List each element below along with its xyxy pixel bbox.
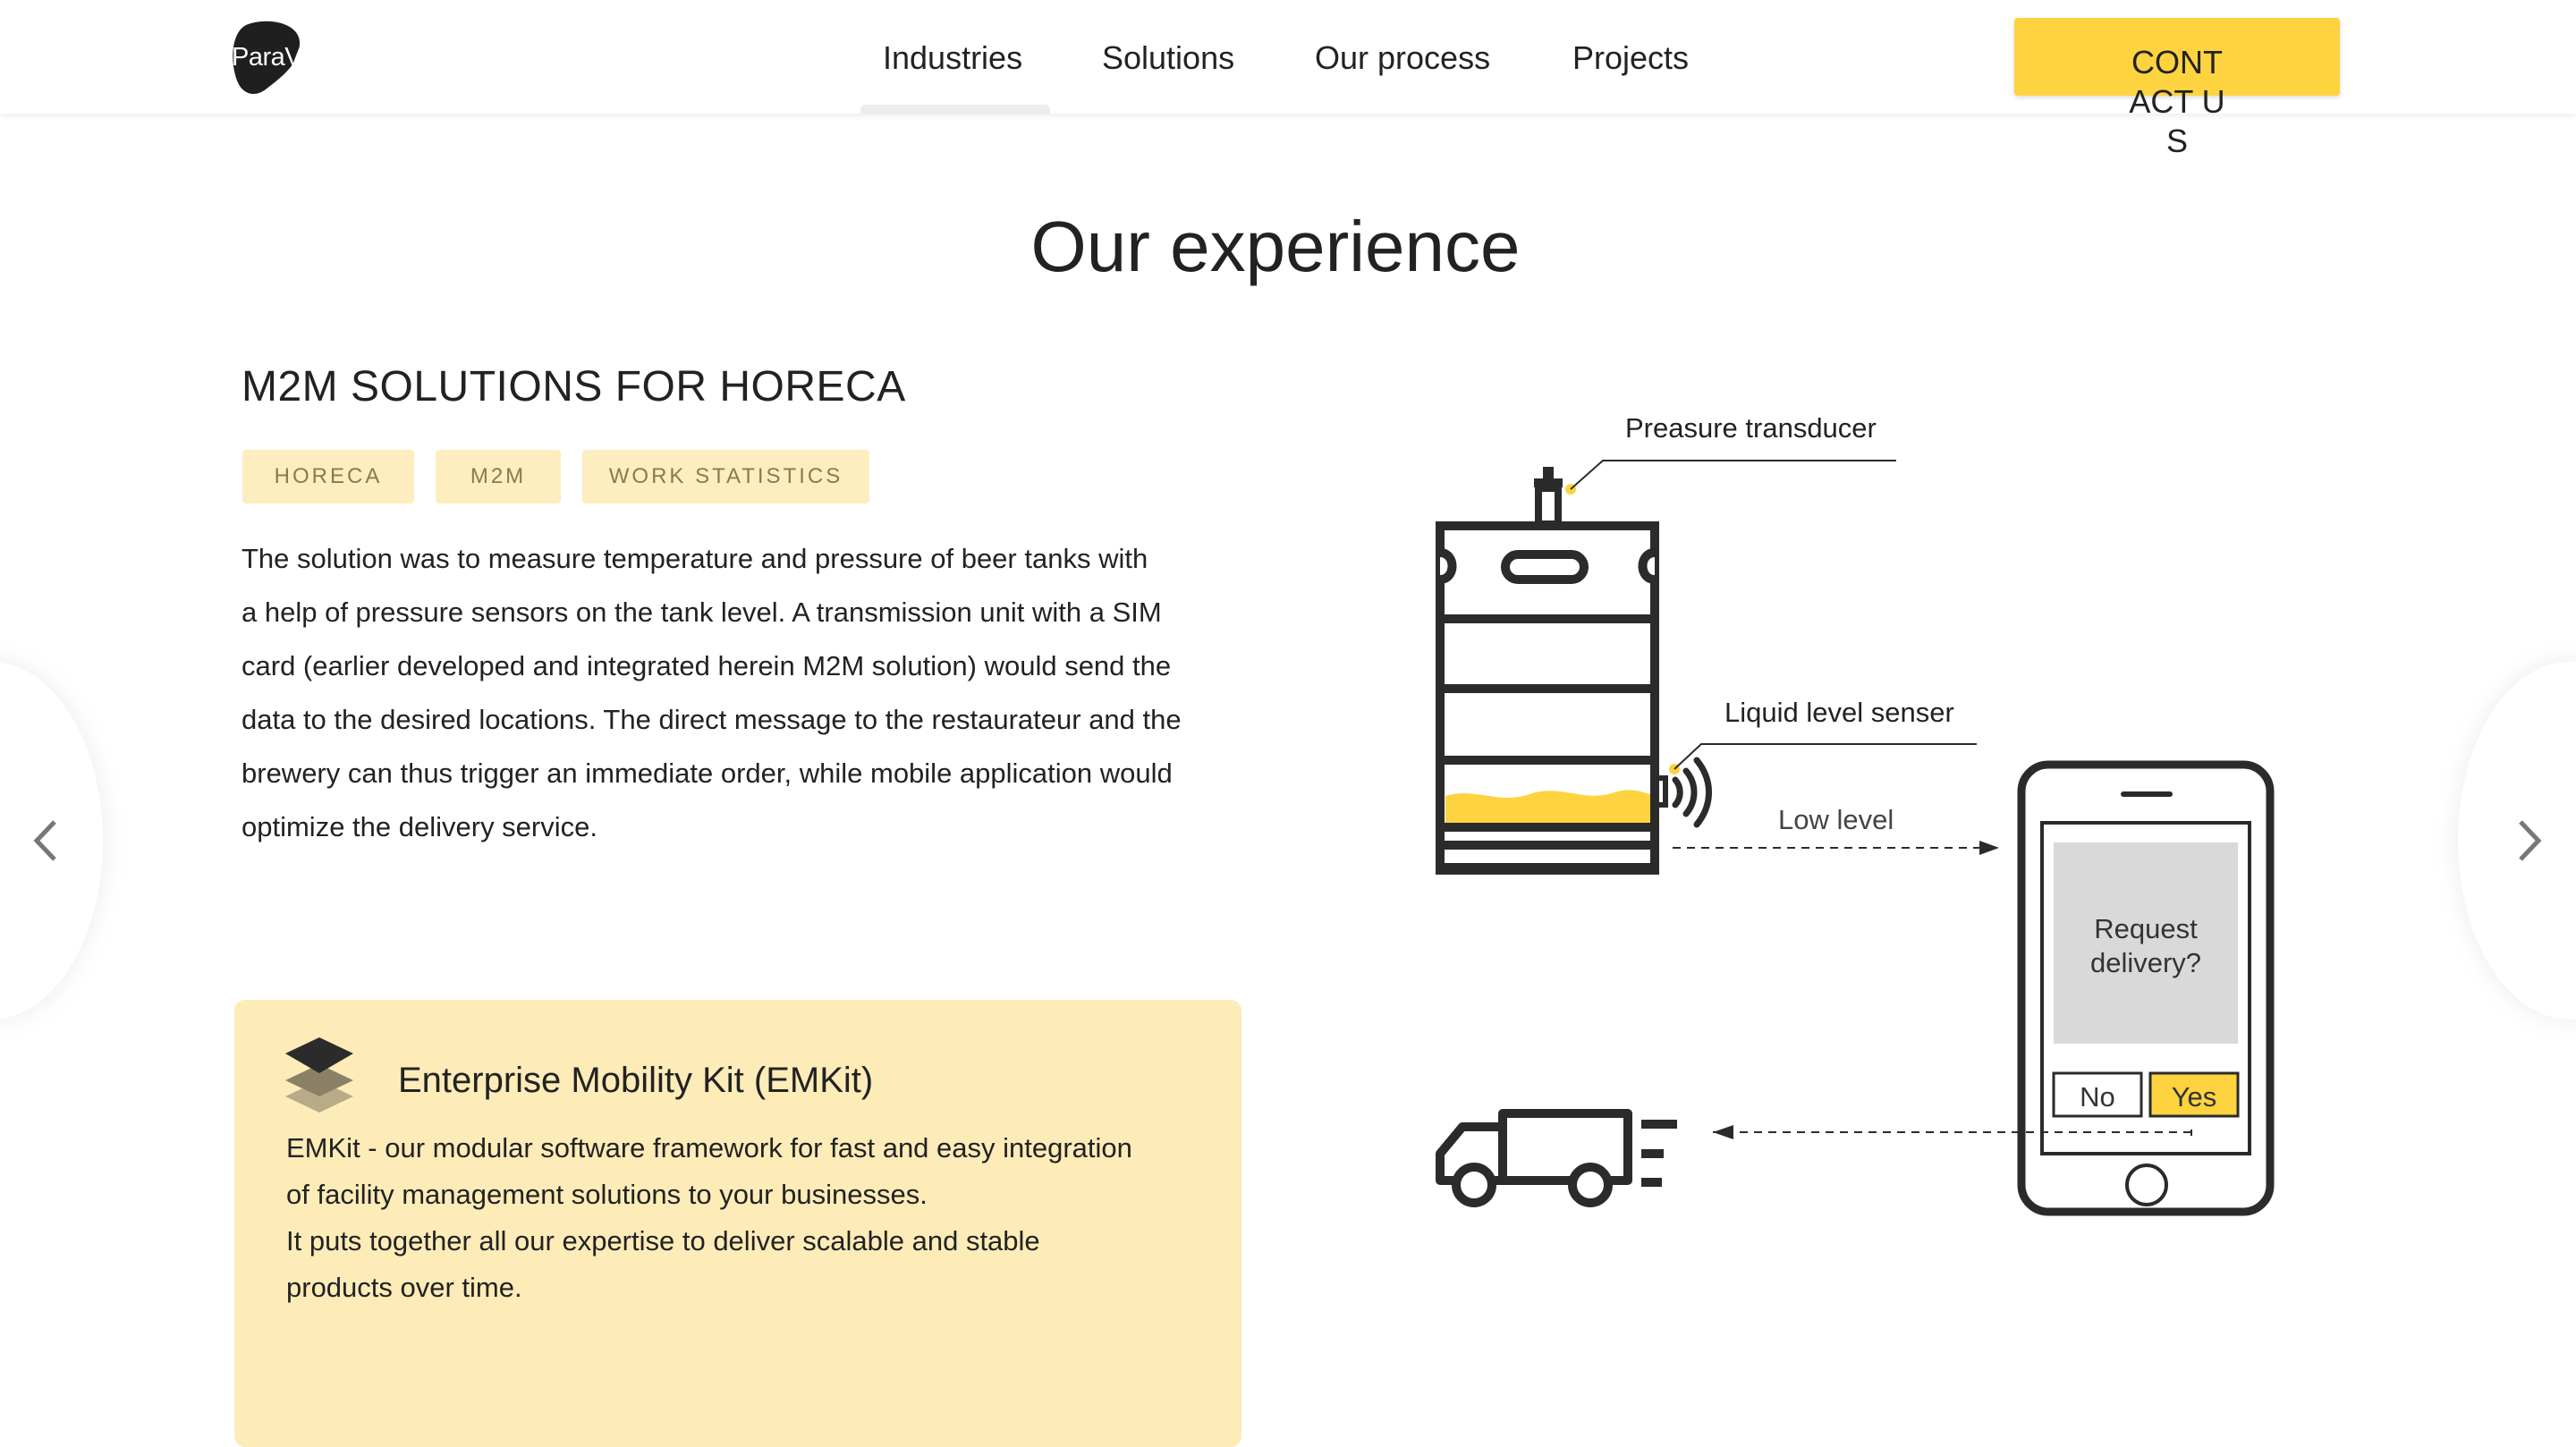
emkit-title: Enterprise Mobility Kit (EMKit)	[398, 1061, 874, 1100]
description-line: a help of pressure sensors on the tank l…	[242, 597, 1162, 628]
tag-horeca[interactable]: HORECA	[242, 450, 414, 503]
nav-industries[interactable]: Industries	[883, 39, 1022, 77]
emkit-text-line: of facility management solutions to your…	[286, 1179, 928, 1210]
delivery-truck-icon	[1436, 1109, 1632, 1207]
page-title: Our experience	[1030, 207, 1521, 286]
case-title: M2M SOLUTIONS FOR HORECA	[242, 363, 906, 410]
chevron-right-icon	[2519, 820, 2542, 861]
prev-slide-button[interactable]	[0, 662, 103, 1020]
description-line: The solution was to measure temperature …	[242, 543, 1148, 574]
next-slide-button[interactable]	[2458, 662, 2576, 1020]
phone-yes-button: Yes	[2171, 1081, 2217, 1113]
description-line: data to the desired locations. The direc…	[242, 704, 1182, 735]
signal-waves-icon	[1672, 757, 1712, 828]
emkit-text-line: products over time.	[286, 1272, 522, 1303]
smartphone-icon	[2017, 760, 2275, 1216]
logo-text: ParaVect	[232, 43, 334, 72]
description-line: card (earlier developed and integrated h…	[242, 650, 1172, 681]
nav-our-process[interactable]: Our process	[1315, 39, 1490, 77]
tag-m2m[interactable]: M2M	[436, 450, 561, 503]
nav-active-indicator	[860, 105, 1050, 114]
emkit-text-line: It puts together all our expertise to de…	[286, 1225, 1040, 1257]
liquid-level-sensor-label: Liquid level senser	[1724, 697, 1954, 728]
pressure-transducer-label: Preasure transducer	[1625, 412, 1877, 444]
emkit-text: EMKit - our modular software framework f…	[286, 1125, 1181, 1311]
keg-base	[1436, 841, 1658, 850]
tag-work-statistics[interactable]: WORK STATISTICS	[582, 450, 869, 503]
m2m-diagram: Preasure transducer Liquid level senser …	[1413, 393, 2308, 1243]
contact-us-label: CONTACT US	[2129, 44, 2225, 159]
nav-projects[interactable]: Projects	[1572, 39, 1689, 77]
site-header: ParaVect Industries Solutions Our proces…	[0, 0, 2576, 159]
description-line: brewery can thus trigger an immediate or…	[242, 757, 1173, 789]
phone-prompt: Request delivery?	[2089, 913, 2202, 978]
case-description: The solution was to measure temperature …	[242, 532, 1234, 854]
chevron-left-icon	[33, 820, 56, 861]
description-line: optimize the delivery service.	[242, 811, 597, 842]
contact-us-button[interactable]: CONTACT US	[2014, 18, 2340, 159]
layers-icon	[285, 1037, 353, 1113]
emkit-text-line: EMKit - our modular software framework f…	[286, 1132, 1132, 1164]
low-level-label: Low level	[1778, 804, 1894, 835]
logo[interactable]: ParaVect	[228, 18, 335, 97]
nav-solutions[interactable]: Solutions	[1102, 39, 1234, 77]
emkit-card: Enterprise Mobility Kit (EMKit) EMKit - …	[234, 1000, 1241, 1447]
phone-no-button: No	[2080, 1081, 2115, 1113]
